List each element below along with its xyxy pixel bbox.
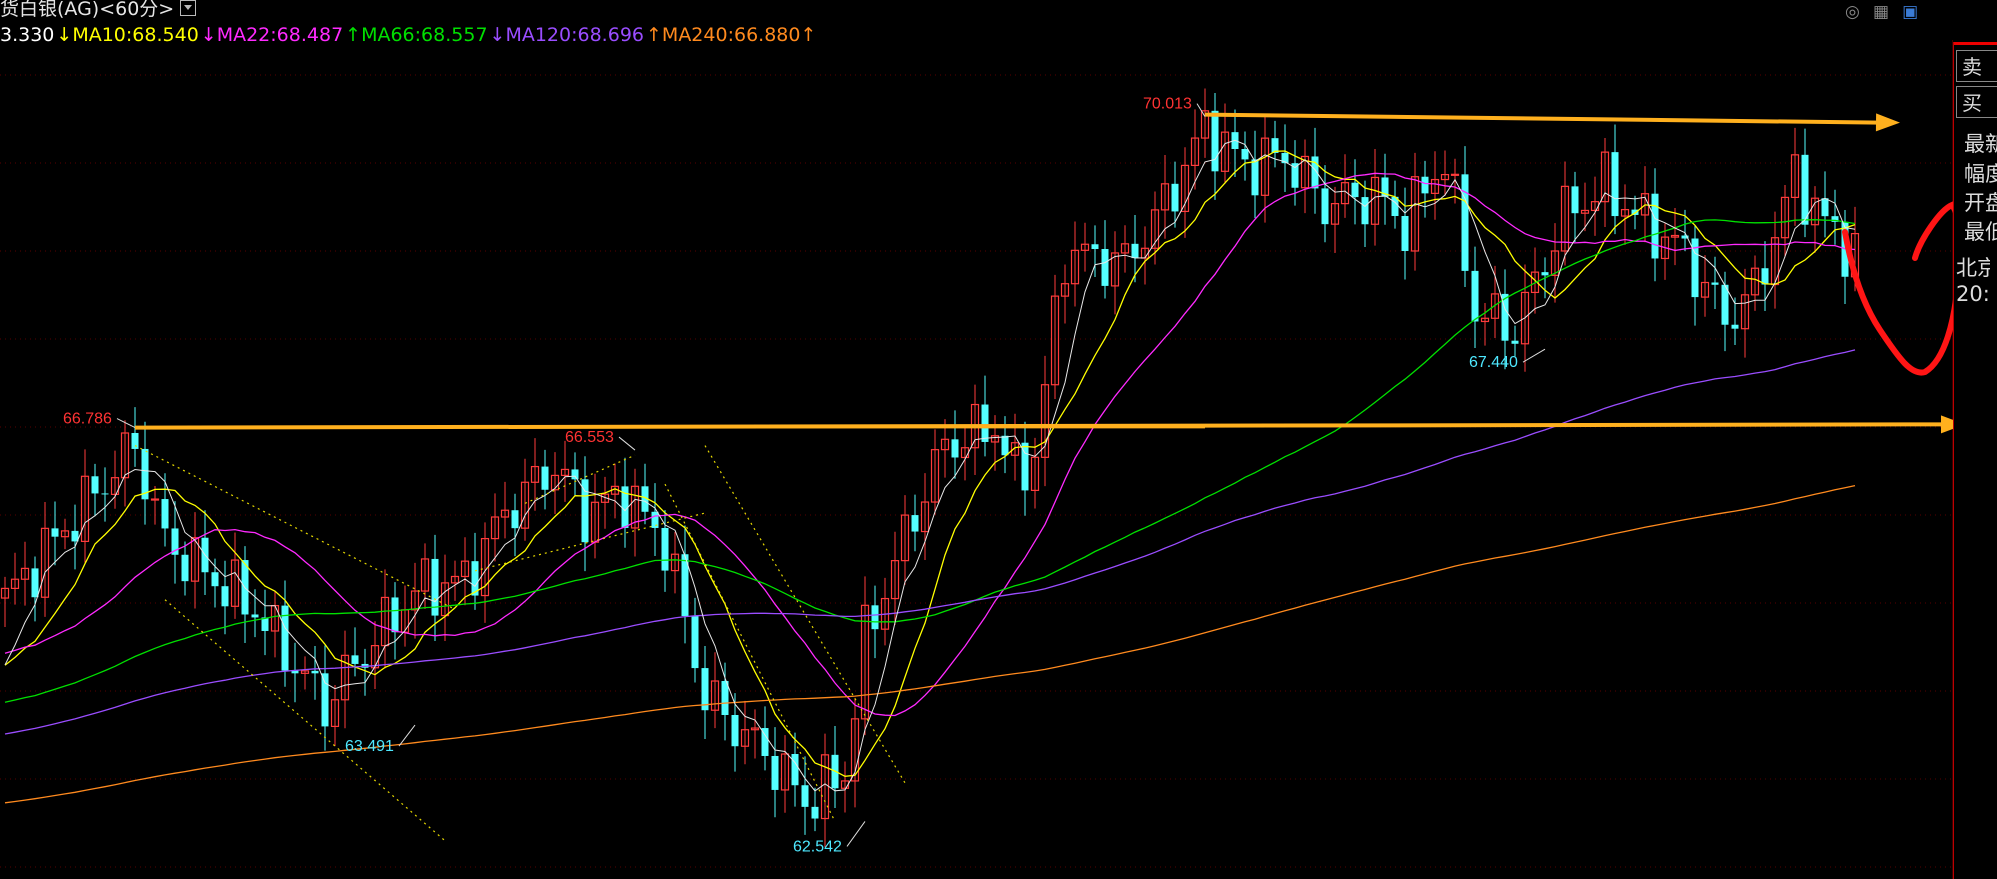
candle-body (721, 681, 729, 716)
candle-body (701, 668, 709, 711)
order-panel: 卖出 买入 最新 幅度 开盘 最低 北京 20: (1953, 42, 1997, 879)
candle-body (541, 466, 549, 490)
candle-body (1401, 216, 1409, 251)
buy-button[interactable]: 买入 (1956, 86, 1997, 118)
channel-line (664, 483, 836, 822)
candle-body (811, 806, 819, 819)
candle-body (1091, 244, 1099, 250)
candle-body (1241, 149, 1249, 160)
support-arrow-head (1940, 415, 1953, 434)
candle-body (1461, 174, 1469, 271)
channel-line (164, 599, 446, 842)
annotation-pointer (116, 418, 136, 429)
ma-line-fast (4, 139, 1856, 792)
candle-body (131, 432, 139, 449)
candle-body (661, 527, 669, 571)
candle-body (791, 754, 799, 786)
candle-body (1421, 176, 1429, 194)
candle-body (1450, 173, 1460, 176)
annotation-pointer (846, 821, 866, 847)
price-chart[interactable]: 70.013 66.786 66.553 67.440 63.491 62.542 (0, 0, 1953, 879)
candle-body (981, 404, 989, 442)
candle-body (691, 616, 699, 669)
annotation-label-2: 66.553 (565, 429, 614, 446)
resistance-arrow-head (1875, 113, 1900, 132)
annotation-label-0: 70.013 (1143, 96, 1192, 113)
candle-body (51, 528, 59, 537)
candle-body (911, 515, 919, 532)
candle-body (211, 572, 219, 587)
candle-body (1361, 197, 1369, 225)
candle-body (1801, 154, 1809, 225)
annotation-pointer (1522, 348, 1546, 363)
candle-body (581, 479, 589, 543)
latest-label: 最新 (1964, 132, 1997, 156)
candle-body (1321, 188, 1329, 225)
candle-body (1211, 110, 1219, 172)
candle-body (161, 499, 169, 529)
candle-body (1251, 159, 1259, 196)
candle-body (511, 510, 519, 529)
candle-body (31, 568, 39, 598)
candle-body (321, 673, 329, 727)
candle-body (1651, 193, 1659, 259)
candle-body (1711, 282, 1719, 285)
candle-body (1471, 270, 1479, 322)
open-label: 开盘 (1964, 191, 1997, 215)
candle-body (1571, 186, 1579, 214)
candle-body (1821, 198, 1829, 217)
candle-body (801, 785, 809, 807)
candle-body (91, 476, 99, 494)
resistance-arrow (1204, 112, 1881, 125)
annotation-label-4: 63.491 (345, 738, 394, 755)
candle-body (1001, 435, 1009, 456)
hand-drawn-projection (1842, 201, 1953, 376)
beijing-label: 北京 (1956, 256, 1990, 280)
candle-body (1511, 340, 1519, 344)
ma-line-ma10 (4, 150, 1856, 777)
candle-body (1101, 249, 1109, 286)
annotation-label-3: 67.440 (1469, 354, 1518, 371)
candle-body (221, 586, 229, 607)
candle-body (351, 655, 359, 664)
candle-body (150, 498, 160, 501)
candle-body (1541, 272, 1549, 276)
candle-body (181, 554, 189, 582)
candle-body (1131, 243, 1139, 259)
candle-body (871, 605, 879, 630)
candle-body (391, 597, 399, 633)
candle-body (101, 493, 109, 495)
candle-body (731, 715, 739, 747)
annotation-label-1: 66.786 (63, 411, 112, 428)
candle-body (1731, 324, 1739, 329)
candle-body (251, 614, 259, 618)
annotation-pointer (618, 436, 636, 451)
sell-button[interactable]: 卖出 (1956, 50, 1997, 82)
candle-body (761, 728, 769, 756)
candle-body (571, 469, 579, 480)
time-label: 20: (1956, 282, 1990, 306)
candle-body (1171, 183, 1179, 212)
annotation-label-5: 62.542 (793, 838, 842, 855)
change-label: 幅度 (1964, 162, 1997, 186)
candle-body (1351, 182, 1359, 198)
candle-body (771, 755, 779, 790)
candle-body (311, 670, 319, 674)
low-label: 最低 (1964, 220, 1997, 244)
candle-body (951, 439, 959, 458)
candle-body (1611, 152, 1619, 217)
